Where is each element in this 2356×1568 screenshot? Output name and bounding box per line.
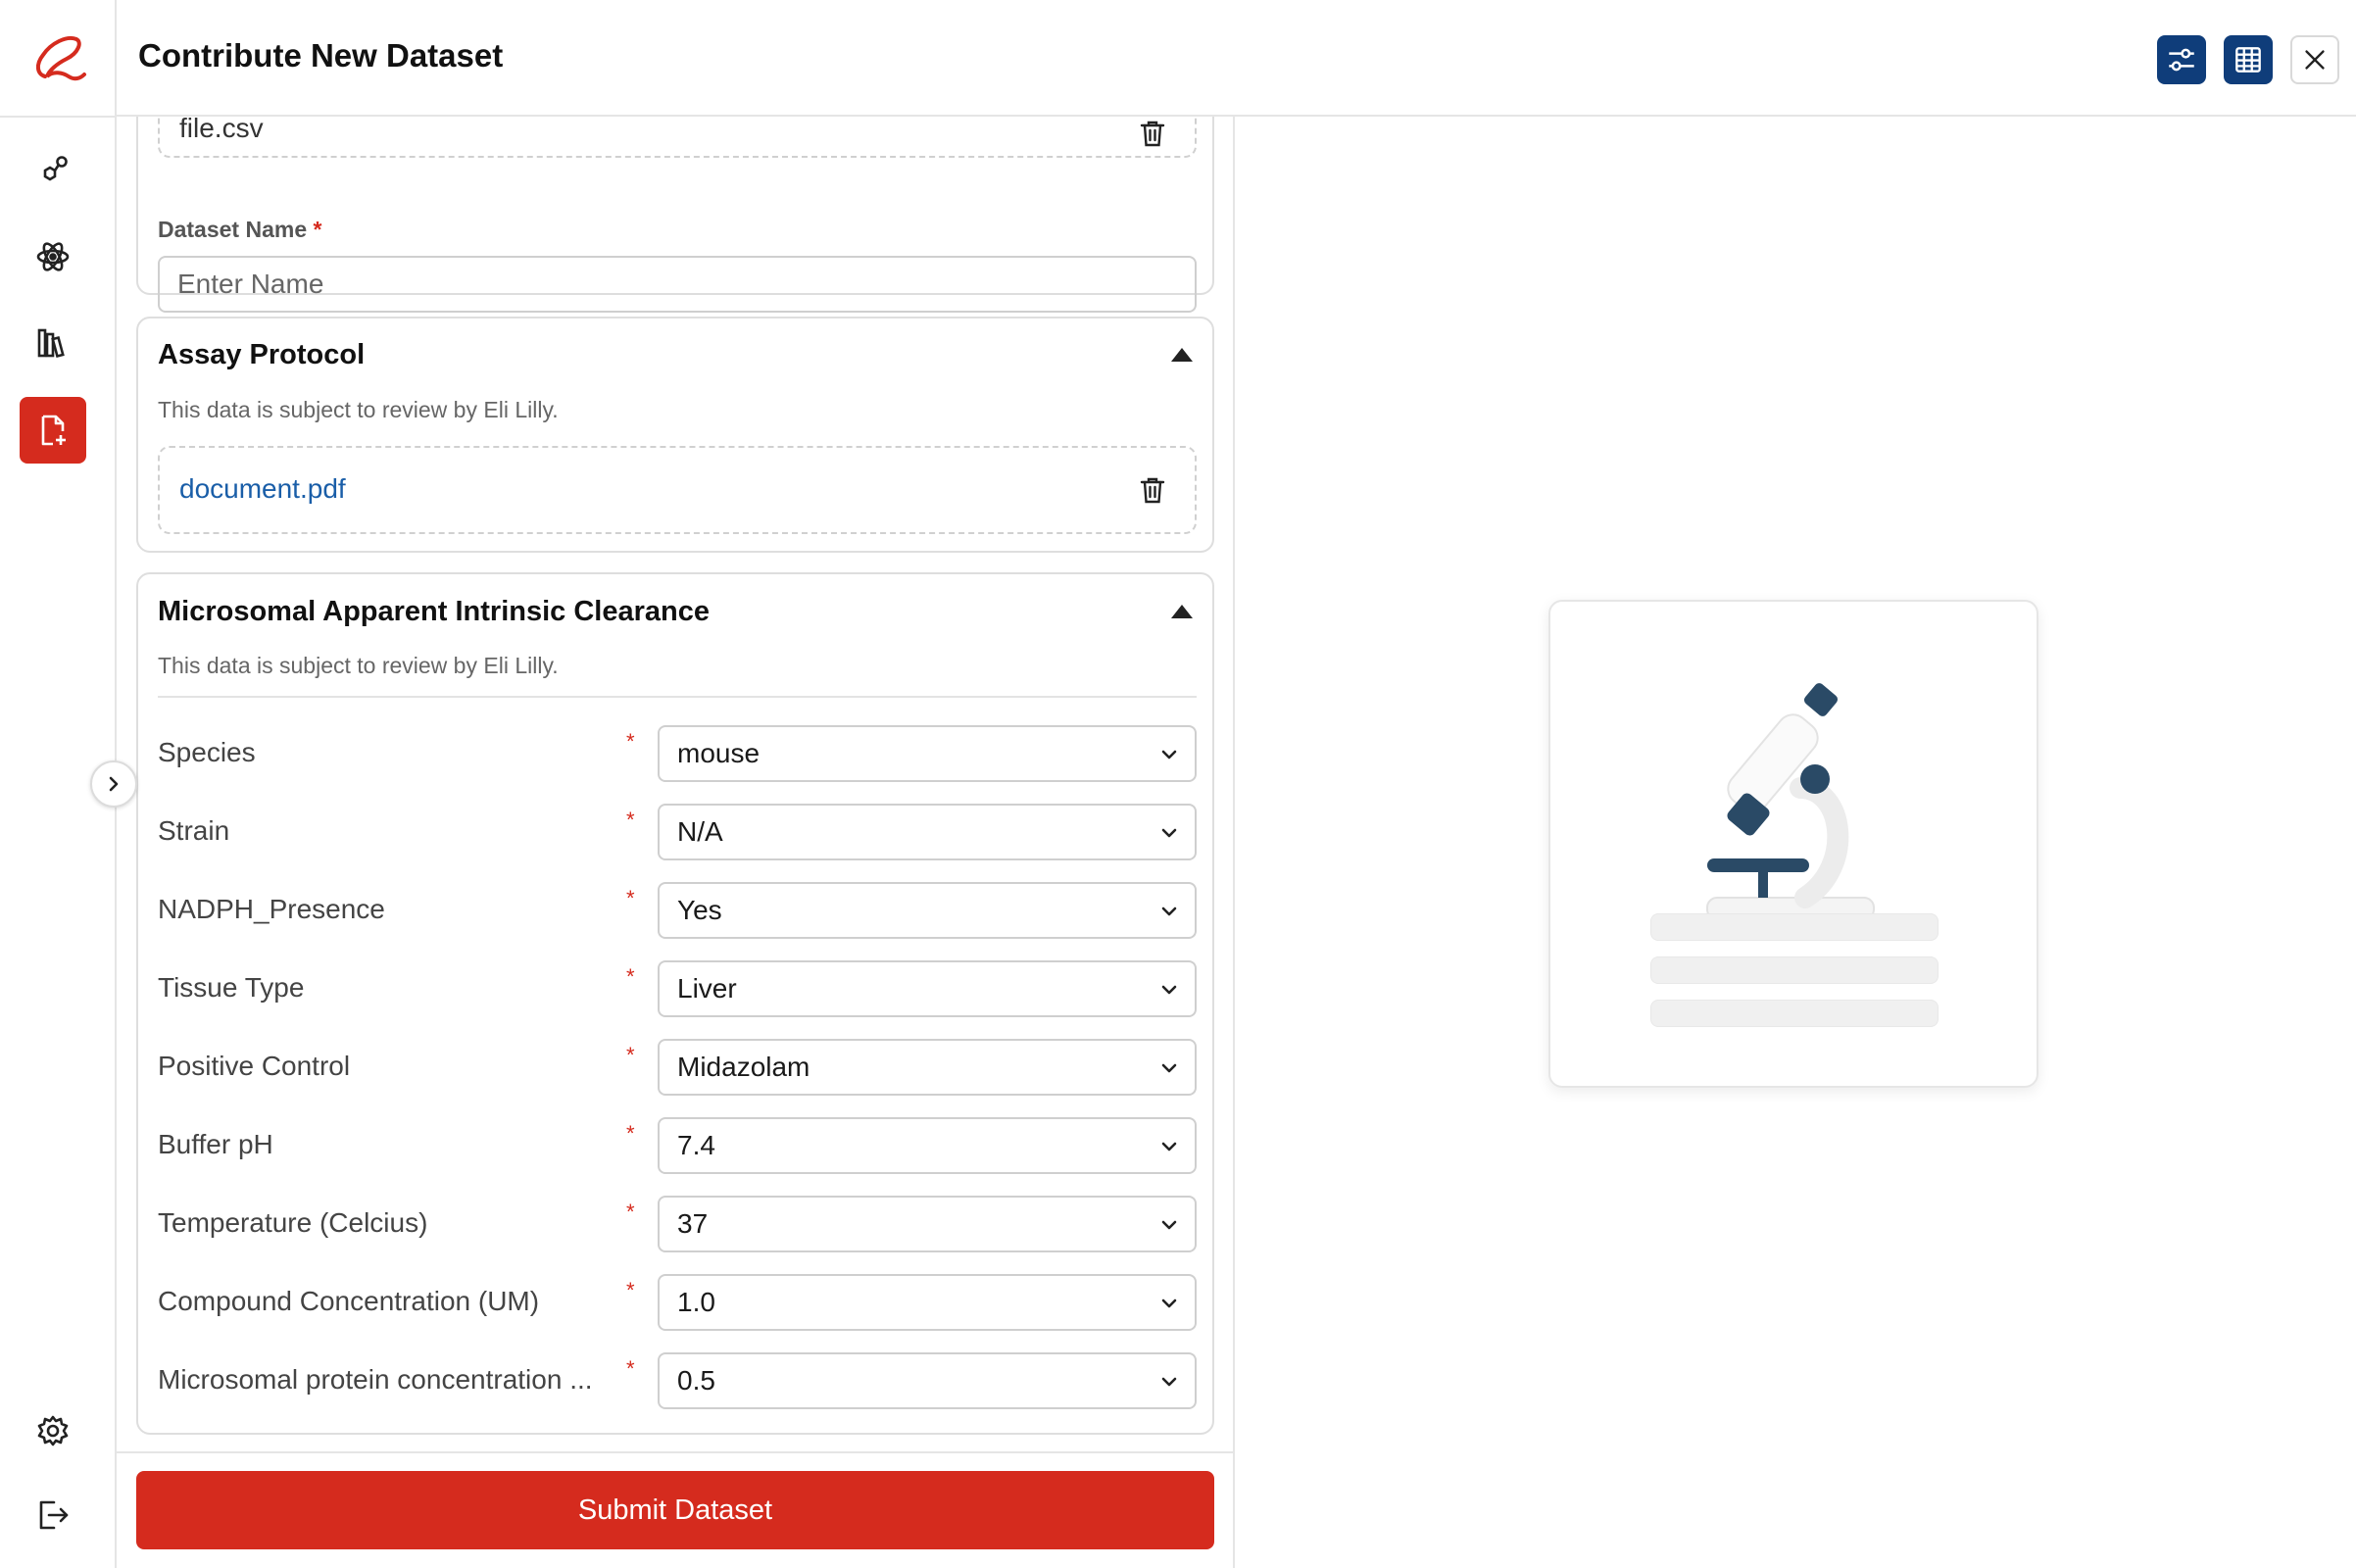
dataset-form: file.csv Dataset Name * Enter Name Assay…: [117, 117, 1235, 1568]
clearance-subtitle: This data is subject to review by Eli Li…: [158, 653, 559, 678]
field-label: Temperature (Celcius): [158, 1207, 428, 1238]
placeholder-line: [1650, 913, 1939, 941]
required-mark: *: [626, 808, 635, 832]
lilly-logo[interactable]: [27, 31, 90, 86]
uploaded-file-name: file.csv: [179, 117, 264, 143]
collapse-caret-icon[interactable]: [1171, 348, 1193, 362]
field-select[interactable]: Yes: [658, 882, 1197, 939]
selected-value: Yes: [677, 895, 722, 925]
field-select[interactable]: 7.4: [658, 1117, 1197, 1174]
chevron-down-icon: [1161, 1298, 1177, 1308]
required-mark: *: [626, 1121, 635, 1146]
section-divider: [158, 696, 1197, 698]
required-mark: *: [626, 964, 635, 989]
field-label: Species: [158, 737, 256, 767]
table-view-button[interactable]: [2224, 35, 2273, 84]
selected-value: mouse: [677, 738, 761, 768]
sidebar-item-library[interactable]: [20, 310, 86, 376]
close-icon: [2305, 50, 2325, 70]
sidebar-item-settings[interactable]: [20, 1397, 86, 1464]
field-label: Compound Concentration (UM): [158, 1286, 540, 1316]
footer-divider: [117, 1451, 1233, 1453]
microscope-icon: [1706, 683, 1875, 923]
empty-state-illustration: [1548, 600, 2038, 1088]
page-header: Contribute New Dataset: [117, 0, 2356, 117]
library-icon: [37, 328, 65, 359]
page-title: Contribute New Dataset: [138, 37, 504, 74]
chevron-down-icon: [1161, 906, 1177, 916]
atom-icon: [36, 242, 70, 271]
selected-value: 7.4: [677, 1130, 715, 1160]
chevron-down-icon: [1161, 828, 1177, 838]
selected-value: 37: [677, 1208, 709, 1239]
field-select[interactable]: 1.0: [658, 1274, 1197, 1331]
submit-dataset-button[interactable]: Submit Dataset: [136, 1471, 1214, 1549]
required-mark: *: [626, 1356, 635, 1381]
filter-button[interactable]: [2157, 35, 2206, 84]
placeholder-line: [1650, 956, 1939, 984]
selected-value: N/A: [677, 816, 723, 847]
trash-icon[interactable]: [1138, 119, 1167, 148]
chevron-down-icon: [1161, 985, 1177, 995]
close-button[interactable]: [2290, 35, 2339, 84]
field-label: Buffer pH: [158, 1129, 273, 1159]
uploaded-file-box: file.csv: [158, 117, 1197, 158]
molecule-icon: [43, 156, 68, 181]
field-label: Positive Control: [158, 1051, 351, 1081]
field-select[interactable]: 37: [658, 1196, 1197, 1252]
chevron-down-icon: [1161, 1142, 1177, 1152]
sidebar-expand-button[interactable]: [90, 760, 137, 808]
field-select[interactable]: N/A: [658, 804, 1197, 860]
sidebar-item-logout[interactable]: [20, 1482, 86, 1548]
field-select[interactable]: mouse: [658, 725, 1197, 782]
sidebar-item-molecules[interactable]: [20, 137, 86, 204]
dataset-name-input[interactable]: Enter Name: [158, 256, 1197, 313]
dataset-name-label: Dataset Name *: [158, 217, 322, 242]
gear-icon: [37, 1415, 69, 1446]
field-select[interactable]: Midazolam: [658, 1039, 1197, 1096]
sliders-icon: [2169, 48, 2194, 72]
dataset-file-card: file.csv Dataset Name * Enter Name: [136, 117, 1214, 313]
selected-value: 1.0: [677, 1287, 715, 1317]
field-select[interactable]: 0.5: [658, 1352, 1197, 1409]
assay-protocol-subtitle: This data is subject to review by Eli Li…: [158, 397, 559, 422]
assay-protocol-title: Assay Protocol: [158, 339, 366, 370]
chevron-down-icon: [1161, 1063, 1177, 1073]
trash-icon[interactable]: [1138, 475, 1167, 505]
clearance-title: Microsomal Apparent Intrinsic Clearance: [158, 596, 710, 627]
assay-protocol-card: Assay Protocol This data is subject to r…: [136, 317, 1214, 553]
placeholder-line: [1650, 1000, 1939, 1027]
clearance-card: Microsomal Apparent Intrinsic Clearance …: [136, 572, 1214, 1435]
assay-file-box: document.pdf: [158, 446, 1197, 534]
table-icon: [2235, 47, 2261, 73]
sidebar-item-contribute[interactable]: [20, 397, 86, 464]
chevron-right-icon: [109, 776, 119, 792]
selected-value: 0.5: [677, 1365, 715, 1396]
collapse-caret-icon[interactable]: [1171, 605, 1193, 618]
required-mark: *: [626, 886, 635, 910]
field-label: NADPH_Presence: [158, 894, 385, 924]
field-label: Strain: [158, 815, 230, 846]
required-mark: *: [626, 729, 635, 754]
field-select[interactable]: Liver: [658, 960, 1197, 1017]
chevron-down-icon: [1161, 1220, 1177, 1230]
selected-value: Midazolam: [677, 1052, 810, 1082]
add-file-icon: [41, 415, 66, 446]
chevron-down-icon: [1161, 750, 1177, 760]
assay-file-link[interactable]: document.pdf: [179, 473, 346, 505]
field-label: Microsomal protein concentration ...: [158, 1364, 593, 1395]
required-mark: *: [626, 1043, 635, 1067]
logout-icon: [39, 1500, 69, 1530]
sidebar-item-atoms[interactable]: [20, 223, 86, 290]
selected-value: Liver: [677, 973, 737, 1004]
field-label: Tissue Type: [158, 972, 305, 1003]
sidebar-divider: [0, 116, 117, 118]
required-mark: *: [626, 1200, 635, 1224]
chevron-down-icon: [1161, 1377, 1177, 1387]
required-mark: *: [626, 1278, 635, 1302]
